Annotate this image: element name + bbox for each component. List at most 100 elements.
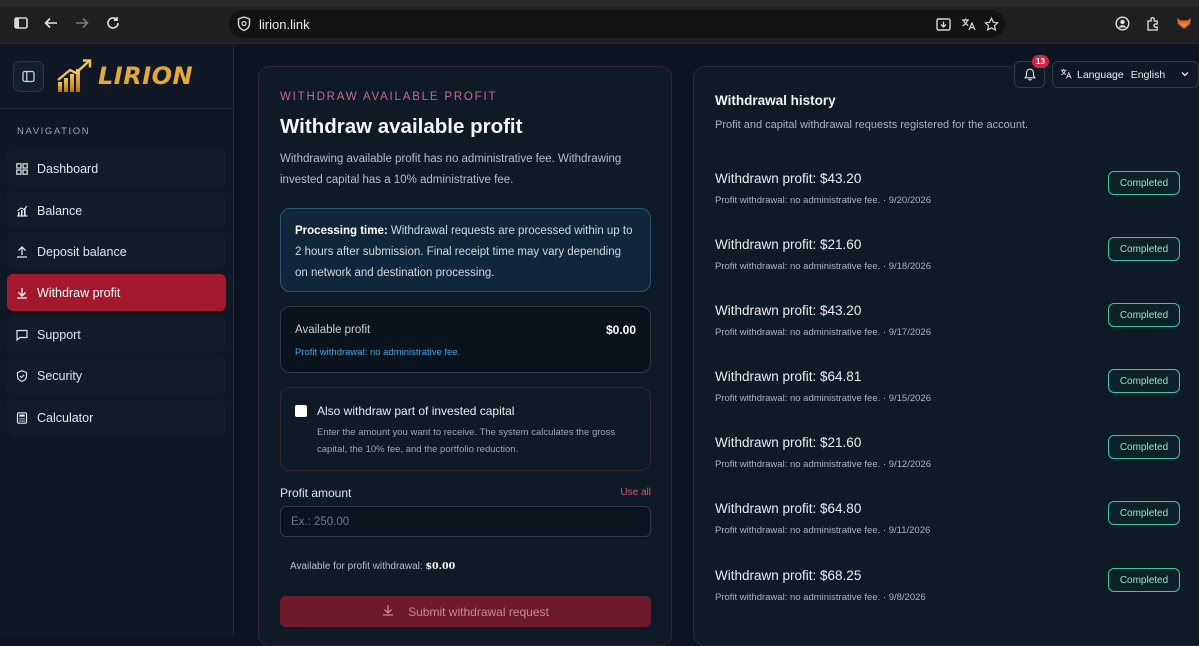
sidebar-item-label: Balance [37, 203, 83, 218]
upload-icon [15, 245, 29, 259]
sidebar-item-support[interactable]: Support [7, 316, 226, 353]
sidebar-divider [0, 108, 234, 109]
fox-extension-icon[interactable] [1175, 14, 1193, 32]
download-icon [15, 286, 29, 300]
shield-icon [15, 369, 29, 383]
reload-icon[interactable] [104, 14, 122, 32]
history-amount: Withdrawn profit: $43.20 [715, 303, 862, 318]
calculator-icon [15, 411, 29, 425]
notification-count-badge: 13 [1032, 55, 1049, 68]
sidebar-collapse-button[interactable] [13, 61, 44, 92]
brand-logo[interactable]: LIRION [56, 56, 193, 96]
url-text[interactable]: lirion.link [259, 17, 310, 32]
sidebar-item-label: Withdraw profit [37, 285, 121, 300]
history-description: Profit and capital withdrawal requests r… [715, 119, 1029, 131]
history-amount: Withdrawn profit: $68.25 [715, 568, 862, 583]
tab-strip [0, 0, 1199, 7]
extensions-icon[interactable] [1144, 14, 1162, 32]
history-row: Withdrawn profit: $21.60 Profit withdraw… [715, 237, 1195, 281]
download-icon [382, 604, 394, 619]
translate-icon[interactable] [959, 15, 977, 33]
sidebar-item-label: Calculator [37, 410, 94, 425]
sidebar-toggle-icon[interactable] [12, 14, 30, 32]
status-badge: Completed [1108, 568, 1180, 592]
browser-toolbar: lirion.link [0, 0, 1199, 44]
panel-icon [22, 70, 35, 83]
withdraw-eyebrow: WITHDRAW AVAILABLE PROFIT [280, 91, 498, 103]
history-detail: Profit withdrawal: no administrative fee… [715, 327, 931, 338]
available-profit-label: Available profit [295, 324, 371, 336]
history-detail: Profit withdrawal: no administrative fee… [715, 459, 931, 470]
address-bar[interactable]: lirion.link [229, 10, 1005, 38]
sidebar-item-calculator[interactable]: Calculator [7, 399, 226, 436]
capital-withdraw-option[interactable]: Also withdraw part of invested capital E… [280, 387, 651, 471]
available-profit-note: Profit withdrawal: no administrative fee… [295, 347, 461, 358]
sidebar: LIRION NAVIGATION Dashboard Balance Depo… [0, 44, 234, 635]
history-row: Withdrawn profit: $43.20 Profit withdraw… [715, 171, 1195, 215]
available-for-withdrawal: Available for profit withdrawal: $0.00 [290, 561, 455, 572]
sidebar-item-deposit-balance[interactable]: Deposit balance [7, 233, 226, 270]
available-for-label: Available for profit withdrawal: [290, 561, 423, 572]
sidebar-item-label: Deposit balance [37, 244, 127, 259]
capital-checkbox[interactable] [295, 405, 307, 417]
history-row: Withdrawn profit: $43.20 Profit withdraw… [715, 303, 1195, 347]
profit-amount-label: Profit amount [280, 486, 352, 500]
sidebar-item-security[interactable]: Security [7, 357, 226, 394]
available-profit-box: Available profit $0.00 Profit withdrawal… [280, 306, 651, 373]
profile-icon[interactable] [1113, 14, 1131, 32]
grid-icon [15, 162, 29, 176]
available-for-value: $0.00 [425, 561, 456, 572]
history-row: Withdrawn profit: $68.25 Profit withdraw… [715, 568, 1195, 612]
sidebar-item-label: Support [37, 327, 81, 342]
withdraw-card: WITHDRAW AVAILABLE PROFIT Withdraw avail… [258, 66, 672, 646]
history-row: Withdrawn profit: $64.81 Profit withdraw… [715, 369, 1195, 413]
history-row: Withdrawn profit: $21.60 Profit withdraw… [715, 435, 1195, 479]
site-shield-icon[interactable] [235, 15, 253, 33]
forward-icon[interactable] [73, 14, 91, 32]
sidebar-item-balance[interactable]: Balance [7, 192, 226, 229]
processing-label: Processing time: [295, 225, 388, 237]
capital-checkbox-label[interactable]: Also withdraw part of invested capital [317, 404, 514, 418]
sidebar-item-dashboard[interactable]: Dashboard [7, 150, 226, 187]
bookmark-star-icon[interactable] [982, 15, 1000, 33]
history-detail: Profit withdrawal: no administrative fee… [715, 525, 931, 536]
language-value: English [1130, 68, 1166, 81]
sidebar-item-label: Security [37, 368, 83, 383]
history-row: Withdrawn profit: $64.80 Profit withdraw… [715, 501, 1195, 545]
message-icon [15, 328, 29, 342]
history-detail: Profit withdrawal: no administrative fee… [715, 393, 931, 404]
chevron-down-icon [1180, 69, 1190, 82]
history-detail: Profit withdrawal: no administrative fee… [715, 195, 931, 206]
brand-name: LIRION [98, 62, 194, 90]
language-select[interactable]: Language English [1052, 61, 1199, 88]
history-amount: Withdrawn profit: $64.80 [715, 501, 862, 516]
use-all-link[interactable]: Use all [620, 487, 651, 498]
status-badge: Completed [1108, 303, 1180, 327]
history-amount: Withdrawn profit: $64.81 [715, 369, 862, 384]
history-title: Withdrawal history [715, 93, 836, 108]
processing-info-box: Processing time: Withdrawal requests are… [280, 208, 651, 292]
status-badge: Completed [1108, 237, 1180, 261]
withdraw-description: Withdrawing available profit has no admi… [280, 153, 622, 186]
bell-icon [1023, 68, 1036, 81]
history-detail: Profit withdrawal: no administrative fee… [715, 592, 926, 603]
sidebar-item-label: Dashboard [37, 161, 99, 176]
sidebar-item-withdraw-profit[interactable]: Withdraw profit [7, 274, 226, 311]
withdrawal-history-card: Withdrawal history Profit and capital wi… [693, 66, 1199, 646]
history-amount: Withdrawn profit: $43.20 [715, 171, 862, 186]
chart-icon [15, 204, 29, 218]
status-badge: Completed [1108, 369, 1180, 393]
translate-icon [1060, 68, 1072, 82]
install-app-icon[interactable] [934, 15, 952, 33]
back-icon[interactable] [42, 14, 60, 32]
available-profit-value: $0.00 [605, 323, 636, 337]
logo-bars-icon [57, 59, 92, 92]
submit-withdrawal-button[interactable]: Submit withdrawal request [280, 596, 651, 627]
profit-amount-input[interactable] [280, 506, 651, 537]
history-amount: Withdrawn profit: $21.60 [715, 435, 862, 450]
history-amount: Withdrawn profit: $21.60 [715, 237, 862, 252]
history-detail: Profit withdrawal: no administrative fee… [715, 261, 931, 272]
submit-label: Submit withdrawal request [408, 604, 549, 619]
capital-description: Enter the amount you want to receive. Th… [317, 427, 616, 455]
withdraw-title: Withdraw available profit [280, 115, 523, 138]
